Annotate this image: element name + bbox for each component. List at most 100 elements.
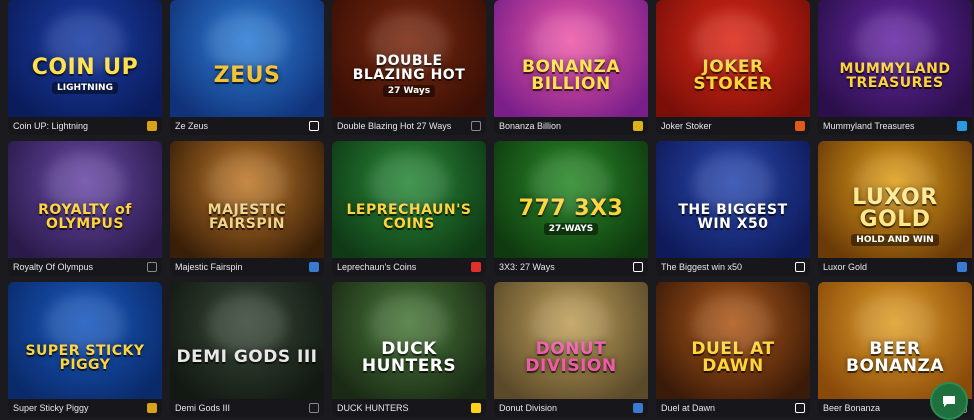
game-card[interactable]: SUPER STICKY PIGGY Super Sticky Piggy bbox=[8, 282, 162, 417]
game-footer: The Biggest win x50 bbox=[656, 258, 810, 276]
game-thumbnail[interactable]: LEPRECHAUN'S COINS bbox=[332, 141, 486, 258]
game-footer: 3X3: 27 Ways bbox=[494, 258, 648, 276]
game-card[interactable]: JOKER STOKER Joker Stoker bbox=[656, 0, 810, 135]
game-name: Royalty Of Olympus bbox=[13, 262, 94, 272]
game-name: Majestic Fairspin bbox=[175, 262, 243, 272]
provider-dots-icon bbox=[147, 262, 157, 272]
game-thumbnail[interactable]: THE BIGGEST WIN X50 bbox=[656, 141, 810, 258]
thumbnail-glow bbox=[531, 12, 611, 72]
game-name: Beer Bonanza bbox=[823, 403, 881, 413]
thumbnail-glow bbox=[207, 12, 287, 72]
game-footer: Double Blazing Hot 27 Ways bbox=[332, 117, 486, 135]
game-card[interactable]: THE BIGGEST WIN X50 The Biggest win x50 bbox=[656, 141, 810, 276]
game-card[interactable]: DONUT DIVISION Donut Division bbox=[494, 282, 648, 417]
game-subtitle-art: HOLD AND WIN bbox=[851, 234, 939, 246]
provider-bolt-icon bbox=[471, 403, 481, 413]
game-card[interactable]: ROYALTY of OLYMPUS Royalty Of Olympus bbox=[8, 141, 162, 276]
provider-gold-icon bbox=[147, 121, 157, 131]
game-footer: Majestic Fairspin bbox=[170, 258, 324, 276]
game-subtitle-art: 27-WAYS bbox=[543, 223, 599, 235]
thumbnail-glow bbox=[855, 294, 935, 354]
thumbnail-glow bbox=[45, 153, 125, 213]
game-card[interactable]: LUXOR GOLD HOLD AND WIN Luxor Gold bbox=[818, 141, 972, 276]
game-name: Luxor Gold bbox=[823, 262, 868, 272]
game-footer: Royalty Of Olympus bbox=[8, 258, 162, 276]
provider-box-icon bbox=[633, 403, 643, 413]
game-thumbnail[interactable]: DOUBLE BLAZING HOT 27 Ways bbox=[332, 0, 486, 117]
game-name: Double Blazing Hot 27 Ways bbox=[337, 121, 452, 131]
game-card[interactable]: ZEUS Ze Zeus bbox=[170, 0, 324, 135]
game-card[interactable]: MUMMYLAND TREASURES Mummyland Treasures bbox=[818, 0, 972, 135]
thumbnail-glow bbox=[369, 294, 449, 354]
game-card[interactable]: DUEL AT DAWN Duel at Dawn bbox=[656, 282, 810, 417]
game-thumbnail[interactable]: DUEL AT DAWN bbox=[656, 282, 810, 399]
game-name: Super Sticky Piggy bbox=[13, 403, 89, 413]
game-card[interactable]: DEMI GODS III Demi Gods III bbox=[170, 282, 324, 417]
thumbnail-glow bbox=[531, 153, 611, 213]
provider-s-icon bbox=[309, 403, 319, 413]
provider-p-icon bbox=[471, 262, 481, 272]
game-thumbnail[interactable]: BONANZA BILLION bbox=[494, 0, 648, 117]
game-name: The Biggest win x50 bbox=[661, 262, 743, 272]
game-name: Joker Stoker bbox=[661, 121, 712, 131]
game-card[interactable]: 777 3X3 27-WAYS 3X3: 27 Ways bbox=[494, 141, 648, 276]
game-name: 3X3: 27 Ways bbox=[499, 262, 555, 272]
game-footer: Leprechaun's Coins bbox=[332, 258, 486, 276]
provider-g-icon bbox=[633, 262, 643, 272]
chat-button[interactable] bbox=[930, 382, 968, 420]
thumbnail-glow bbox=[855, 153, 935, 213]
game-name: Donut Division bbox=[499, 403, 558, 413]
game-name: Ze Zeus bbox=[175, 121, 209, 131]
provider-box-icon bbox=[309, 262, 319, 272]
game-card[interactable]: DOUBLE BLAZING HOT 27 Ways Double Blazing … bbox=[332, 0, 486, 135]
game-thumbnail[interactable]: 777 3X3 27-WAYS bbox=[494, 141, 648, 258]
chat-icon bbox=[943, 396, 955, 407]
game-thumbnail[interactable]: SUPER STICKY PIGGY bbox=[8, 282, 162, 399]
thumbnail-glow bbox=[693, 153, 773, 213]
game-thumbnail[interactable]: DEMI GODS III bbox=[170, 282, 324, 399]
game-thumbnail[interactable]: MAJESTIC FAIRSPIN bbox=[170, 141, 324, 258]
game-thumbnail[interactable]: LUXOR GOLD HOLD AND WIN bbox=[818, 141, 972, 258]
game-subtitle-art: LIGHTNING bbox=[52, 82, 118, 94]
provider-qr-icon bbox=[795, 262, 805, 272]
thumbnail-glow bbox=[693, 12, 773, 72]
provider-h-icon bbox=[309, 121, 319, 131]
provider-h-icon bbox=[795, 403, 805, 413]
game-name: Coin UP: Lightning bbox=[13, 121, 89, 131]
game-card[interactable]: MAJESTIC FAIRSPIN Majestic Fairspin bbox=[170, 141, 324, 276]
game-footer: DUCK HUNTERS bbox=[332, 399, 486, 417]
thumbnail-glow bbox=[369, 12, 449, 72]
game-card[interactable]: BONANZA BILLION Bonanza Billion bbox=[494, 0, 648, 135]
game-thumbnail[interactable]: COIN UP LIGHTNING bbox=[8, 0, 162, 117]
game-thumbnail[interactable]: MUMMYLAND TREASURES bbox=[818, 0, 972, 117]
thumbnail-glow bbox=[45, 12, 125, 72]
game-thumbnail[interactable]: ROYALTY of OLYMPUS bbox=[8, 141, 162, 258]
game-thumbnail[interactable]: DUCK HUNTERS bbox=[332, 282, 486, 399]
game-name: Leprechaun's Coins bbox=[337, 262, 417, 272]
game-thumbnail[interactable]: JOKER STOKER bbox=[656, 0, 810, 117]
game-name: Mummyland Treasures bbox=[823, 121, 915, 131]
game-footer: Mummyland Treasures bbox=[818, 117, 972, 135]
game-card[interactable]: DUCK HUNTERS DUCK HUNTERS bbox=[332, 282, 486, 417]
thumbnail-glow bbox=[45, 294, 125, 354]
thumbnail-glow bbox=[207, 153, 287, 213]
thumbnail-glow bbox=[531, 294, 611, 354]
game-footer: Joker Stoker bbox=[656, 117, 810, 135]
game-footer: Super Sticky Piggy bbox=[8, 399, 162, 417]
game-footer: Donut Division bbox=[494, 399, 648, 417]
game-footer: Demi Gods III bbox=[170, 399, 324, 417]
game-card[interactable]: LEPRECHAUN'S COINS Leprechaun's Coins bbox=[332, 141, 486, 276]
thumbnail-glow bbox=[369, 153, 449, 213]
game-card[interactable]: COIN UP LIGHTNING Coin UP: Lightning bbox=[8, 0, 162, 135]
game-footer: Luxor Gold bbox=[818, 258, 972, 276]
provider-dots-icon bbox=[471, 121, 481, 131]
game-name: Demi Gods III bbox=[175, 403, 231, 413]
game-thumbnail[interactable]: DONUT DIVISION bbox=[494, 282, 648, 399]
games-grid: COIN UP LIGHTNING Coin UP: Lightning ZEUS Ze… bbox=[8, 0, 972, 417]
game-thumbnail[interactable]: ZEUS bbox=[170, 0, 324, 117]
provider-gold-icon bbox=[633, 121, 643, 131]
provider-gold-icon bbox=[147, 403, 157, 413]
thumbnail-glow bbox=[207, 294, 287, 354]
game-footer: Ze Zeus bbox=[170, 117, 324, 135]
game-name: Duel at Dawn bbox=[661, 403, 716, 413]
